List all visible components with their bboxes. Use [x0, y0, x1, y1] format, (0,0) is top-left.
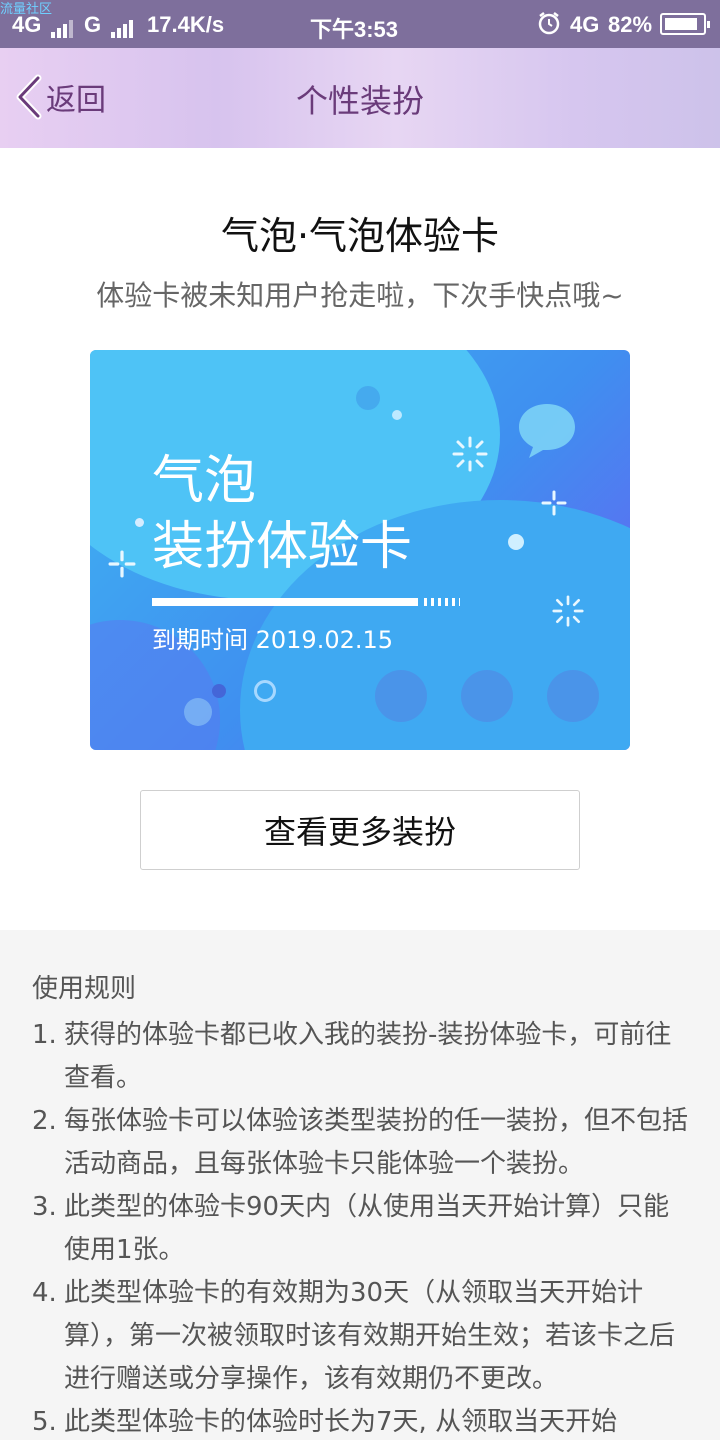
- network-label-1: 4G: [12, 12, 42, 37]
- rule-number: 5.: [32, 1407, 57, 1437]
- card-decoration: [135, 518, 144, 527]
- battery-percent: 82%: [608, 12, 653, 37]
- network-label-2: G: [84, 12, 102, 37]
- sparkle-icon: [552, 595, 584, 627]
- card-decoration: [547, 670, 599, 722]
- rule-text: 此类型体验卡的体验时长为7天, 从领取当天开始: [64, 1407, 618, 1437]
- rule-item: 4. 此类型体验卡的有效期为30天（从领取当天开始计算），第一次被领取时该有效期开…: [32, 1272, 692, 1401]
- rule-item: 3. 此类型的体验卡90天内（从使用当天开始计算）只能使用1张。: [32, 1186, 692, 1272]
- nav-bar: 返回 个性装扮: [0, 48, 720, 148]
- rules-list: 1. 获得的体验卡都已收入我的装扮-装扮体验卡，可前往查看。 2. 每张体验卡可以体…: [32, 1014, 692, 1444]
- card-decoration: [356, 386, 380, 410]
- card-decoration: [461, 670, 513, 722]
- rule-text: 此类型体验卡的有效期为30天（从领取当天开始计算），第一次被领取时该有效期开始生…: [64, 1278, 676, 1394]
- card-title: 气泡·气泡体验卡: [220, 214, 500, 258]
- battery-icon: [660, 13, 710, 35]
- card-decoration: [375, 670, 427, 722]
- signal-icon: [51, 12, 75, 38]
- card-decoration: [508, 534, 524, 550]
- chat-bubble-icon: [519, 404, 575, 458]
- plus-sparkle-icon: [108, 550, 136, 578]
- network-type-2: G: [84, 12, 135, 38]
- card-heading-line1: 气泡: [152, 451, 257, 511]
- network-type-1: 4G: [12, 12, 75, 38]
- card-heading-line2: 装扮体验卡: [152, 517, 413, 577]
- status-bar: 流量社区 4G G 17.4K/s 下午3:53 4G 82%: [0, 0, 720, 48]
- card-subtitle: 体验卡被未知用户抢走啦，下次手快点哦~: [96, 279, 624, 312]
- plus-sparkle-icon: [541, 490, 567, 516]
- rule-number: 3.: [32, 1192, 57, 1222]
- signal-icon: [111, 12, 135, 38]
- rules-section: 使用规则 1. 获得的体验卡都已收入我的装扮-装扮体验卡，可前往查看。 2. 每张体…: [0, 930, 720, 1440]
- card-decoration: [212, 684, 226, 698]
- view-more-button[interactable]: 查看更多装扮: [140, 790, 580, 870]
- rule-text: 获得的体验卡都已收入我的装扮-装扮体验卡，可前往查看。: [64, 1020, 672, 1093]
- network-speed: 17.4K/s: [147, 12, 225, 37]
- rule-text: 每张体验卡可以体验该类型装扮的任一装扮，但不包括活动商品，且每张体验卡只能体验一…: [64, 1106, 689, 1179]
- card-divider: [152, 598, 418, 606]
- card-decoration: [392, 410, 402, 420]
- network-type-3: 4G: [570, 12, 600, 37]
- card-decoration: [184, 698, 212, 726]
- clock: 下午3:53: [310, 17, 399, 42]
- alarm-icon: [537, 11, 561, 41]
- card-heading: 气泡 装扮体验卡: [152, 448, 412, 580]
- rules-heading: 使用规则: [32, 974, 137, 1004]
- rule-text: 此类型的体验卡90天内（从使用当天开始计算）只能使用1张。: [64, 1192, 670, 1265]
- card-divider-ticks: [424, 598, 460, 606]
- expire-date: 到期时间 2019.02.15: [152, 626, 394, 654]
- rule-item: 2. 每张体验卡可以体验该类型装扮的任一装扮，但不包括活动商品，且每张体验卡只能体…: [32, 1100, 692, 1186]
- rule-number: 1.: [32, 1020, 57, 1050]
- sparkle-icon: [452, 436, 488, 472]
- rule-number: 2.: [32, 1106, 57, 1136]
- experience-card-image: 气泡 装扮体验卡 到期时间 2019.02.15: [90, 350, 630, 750]
- rule-item: 1. 获得的体验卡都已收入我的装扮-装扮体验卡，可前往查看。: [32, 1014, 692, 1100]
- rule-item: 5. 此类型体验卡的体验时长为7天, 从领取当天开始: [32, 1401, 692, 1444]
- page-title: 个性装扮: [295, 82, 424, 120]
- card-decoration: [254, 680, 276, 702]
- rule-number: 4.: [32, 1278, 57, 1308]
